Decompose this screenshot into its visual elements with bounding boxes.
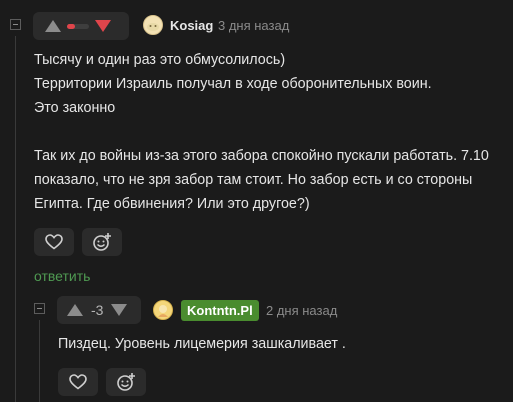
downvote-button[interactable] [111, 304, 128, 316]
emoji-add-icon [93, 233, 111, 251]
comment-line: Пиздец. Уровень лицемерия зашкаливает . [58, 336, 346, 352]
username[interactable]: Kosiag [170, 18, 213, 33]
rating-meter-fill [67, 23, 75, 29]
thread-line[interactable] [39, 320, 40, 402]
comment-line: Это законно [34, 100, 116, 116]
emoji-add-icon [117, 373, 135, 391]
comment-line: Территории Израиль получал в ходе оборон… [34, 76, 432, 92]
reply-link[interactable]: ответить [34, 268, 90, 284]
arrow-down-icon [95, 20, 111, 32]
react-button[interactable] [106, 368, 146, 396]
thread-line[interactable] [15, 36, 16, 402]
comment-body: Тысячу и один раз это обмусолилось) Терр… [34, 48, 489, 216]
comment-line [34, 120, 489, 144]
collapse-thread-button[interactable] [10, 19, 21, 30]
vote-box [33, 12, 129, 40]
upvote-button[interactable] [67, 304, 83, 316]
upvote-button[interactable] [45, 20, 61, 32]
timestamp[interactable]: 2 дня назад [266, 303, 337, 318]
rating-meter [67, 23, 89, 29]
arrow-down-icon [111, 304, 128, 316]
avatar-icon [147, 23, 159, 31]
like-button[interactable] [58, 368, 98, 396]
score: -3 [91, 302, 104, 318]
downvote-button[interactable] [95, 20, 111, 32]
collapse-thread-button[interactable] [34, 303, 45, 314]
timestamp[interactable]: 3 дня назад [218, 18, 289, 33]
comment-line: Египта. Где обвинения? Или это другое?) [34, 196, 310, 212]
avatar[interactable] [153, 300, 173, 320]
react-button[interactable] [82, 228, 122, 256]
comment-line: Тысячу и один раз это обмусолилось) [34, 52, 286, 68]
comment-line: показало, что не зря забор там стоит. Но… [34, 172, 473, 188]
vote-box: -3 [57, 296, 141, 324]
comment-line: Так их до войны из-за этого забора споко… [34, 148, 489, 164]
arrow-up-icon [45, 20, 61, 32]
like-button[interactable] [34, 228, 74, 256]
username-badge[interactable]: Kontntn.Pl [181, 300, 259, 321]
avatar-icon [158, 305, 168, 317]
heart-icon [45, 234, 63, 250]
avatar[interactable] [143, 15, 163, 35]
arrow-up-icon [67, 304, 83, 316]
heart-icon [69, 374, 87, 390]
